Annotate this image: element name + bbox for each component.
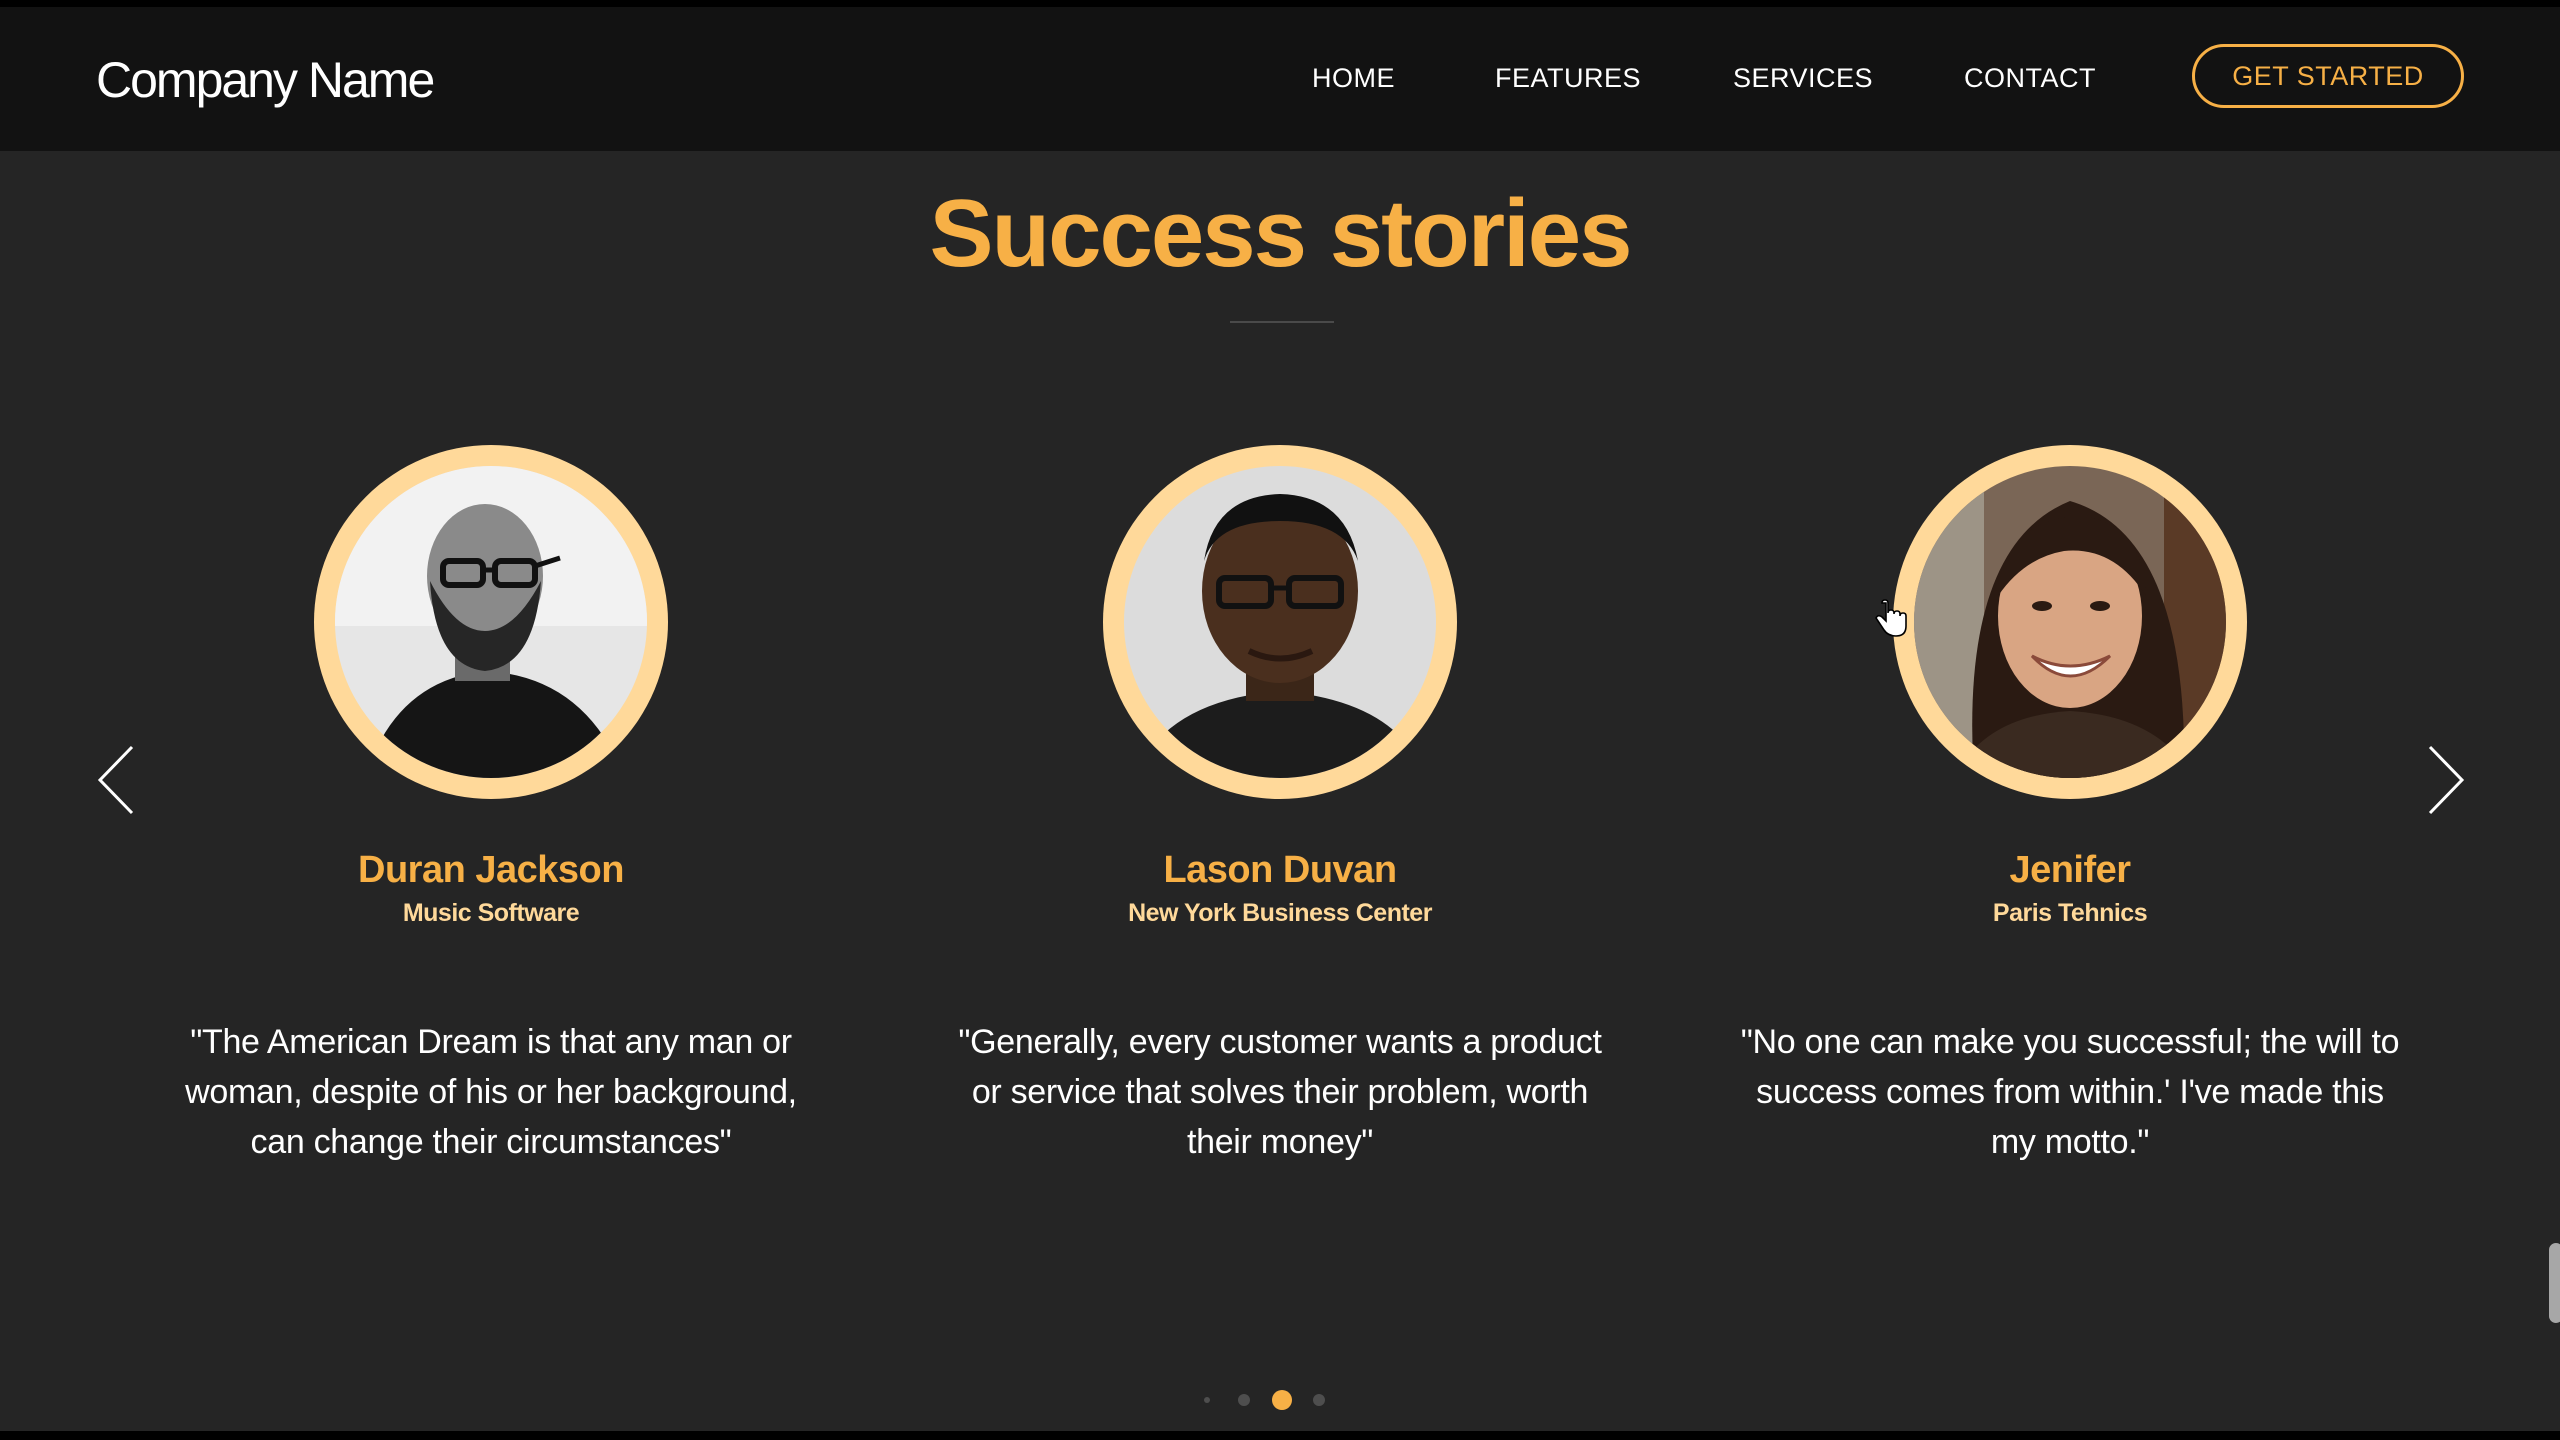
carousel-dot-1[interactable] xyxy=(1204,1397,1210,1403)
nav-services-link[interactable]: SERVICES xyxy=(1733,63,1873,94)
nav-features-link[interactable]: FEATURES xyxy=(1495,63,1641,94)
carousel-dot-3-active[interactable] xyxy=(1272,1390,1292,1410)
person-company: Paris Tehnics xyxy=(1992,899,2148,927)
carousel-dot-2[interactable] xyxy=(1238,1394,1250,1406)
chevron-right-icon xyxy=(2428,745,2465,815)
person-name: Duran Jackson xyxy=(358,849,624,891)
avatar xyxy=(314,445,668,799)
navbar: Company Name HOME FEATURES SERVICES CONT… xyxy=(0,7,2560,151)
avatar-photo xyxy=(1914,466,2226,778)
carousel-next-button[interactable] xyxy=(2426,745,2466,815)
avatar-photo xyxy=(1124,466,1436,778)
get-started-label: GET STARTED xyxy=(2232,60,2424,91)
section-title: Success stories xyxy=(929,180,1632,287)
title-divider xyxy=(1230,321,1334,323)
scrollbar-thumb[interactable] xyxy=(2549,1243,2560,1323)
avatar-photo xyxy=(335,466,647,778)
person-name: Lason Duvan xyxy=(1163,849,1397,891)
brand-logo[interactable]: Company Name xyxy=(96,51,435,109)
nav-contact-link[interactable]: CONTACT xyxy=(1964,63,2096,94)
carousel-dot-4[interactable] xyxy=(1313,1394,1325,1406)
nav-home-link[interactable]: HOME xyxy=(1312,63,1395,94)
testimonial-quote: "Generally, every customer wants a produ… xyxy=(958,1023,1602,1161)
avatar xyxy=(1103,445,1457,799)
person-company: New York Business Center xyxy=(1128,899,1432,927)
person-name: Jenifer xyxy=(2009,849,2131,891)
carousel-prev-button[interactable] xyxy=(96,745,136,815)
testimonial-quote: "The American Dream is that any man or w… xyxy=(185,1023,797,1161)
testimonial-quote: "No one can make you successful; the wil… xyxy=(1740,1023,2400,1161)
hand-cursor-icon xyxy=(1875,599,1907,637)
get-started-button[interactable]: GET STARTED xyxy=(2192,44,2464,108)
page: Company Name HOME FEATURES SERVICES CONT… xyxy=(0,7,2560,1431)
avatar xyxy=(1893,445,2247,799)
chevron-left-icon xyxy=(97,745,134,815)
person-company: Music Software xyxy=(402,899,580,927)
